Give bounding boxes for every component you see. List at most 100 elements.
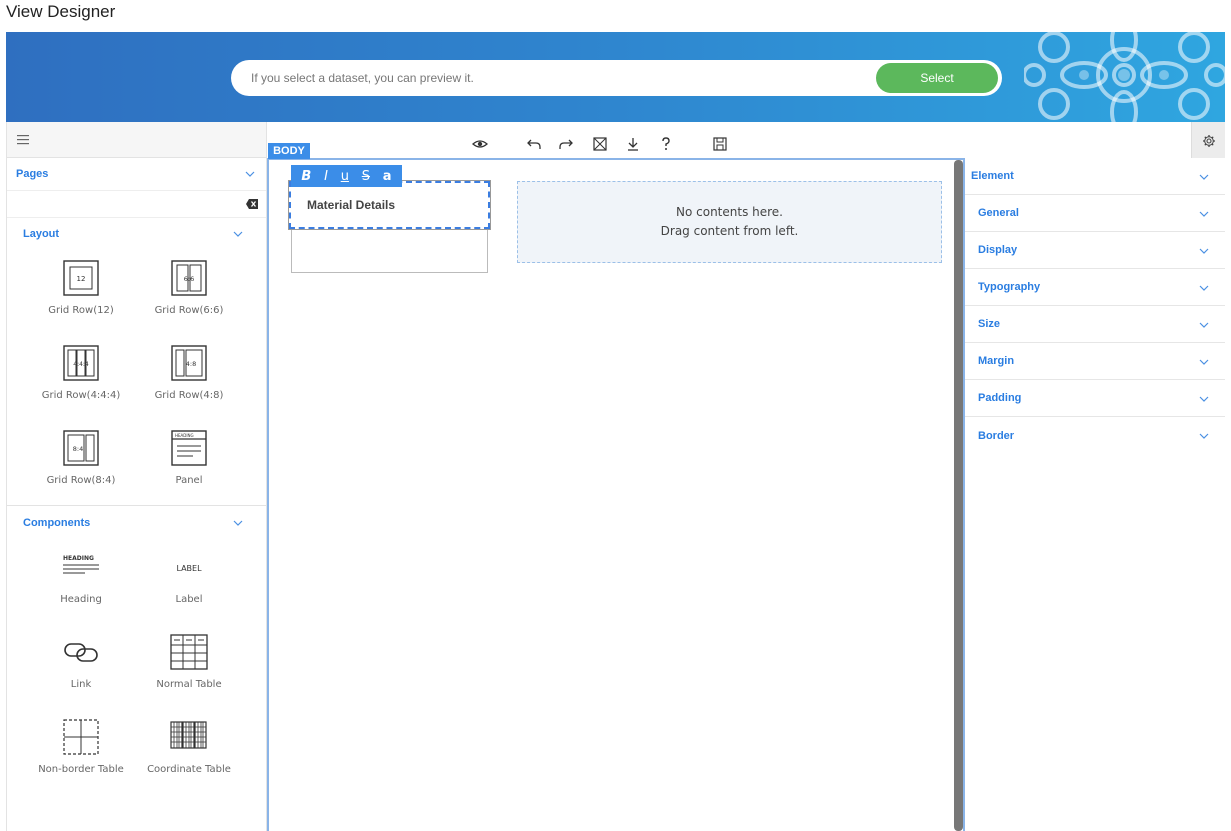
chevron-down-icon xyxy=(1199,433,1209,439)
grid-row-6-6-icon-text: 6:6 xyxy=(184,275,194,283)
property-section-label: Typography xyxy=(978,281,1041,293)
pages-section-header[interactable]: Pages xyxy=(7,158,266,190)
body-element-tag[interactable]: BODY xyxy=(268,143,310,159)
chevron-down-icon xyxy=(1199,174,1209,180)
label-icon: LABEL xyxy=(176,564,202,573)
strikethrough-button[interactable]: S xyxy=(362,169,370,184)
hamburger-menu-icon[interactable] xyxy=(17,134,31,146)
components-section: Components HEADING Heading LABEL Label L… xyxy=(7,507,266,794)
decorative-pattern-icon xyxy=(1024,32,1225,122)
grid-row-8-4-icon-text: 8:4 xyxy=(73,445,83,453)
empty-drop-zone[interactable]: No contents here. Drag content from left… xyxy=(517,181,942,263)
property-sections: Element General Display Typography Size … xyxy=(965,158,1225,454)
help-icon[interactable] xyxy=(658,136,674,152)
grid-row-4-4-4-icon: 4:4:4 xyxy=(63,345,99,381)
dataset-search-bar: Select xyxy=(231,60,1002,96)
component-item-label[interactable]: LABEL Label xyxy=(135,539,243,624)
heading-icon-text: HEADING xyxy=(63,555,94,562)
empty-message-line1: No contents here. xyxy=(676,205,783,219)
page-title: View Designer xyxy=(6,2,116,21)
grid-row-8-4-icon: 8:4 xyxy=(63,430,99,466)
text-style-button[interactable]: a xyxy=(383,169,392,184)
property-section-label: Element xyxy=(971,170,1014,182)
property-section-margin[interactable]: Margin xyxy=(965,343,1225,380)
left-panel-toolbar xyxy=(7,122,266,158)
component-item-label: Label xyxy=(175,594,203,605)
fullscreen-icon[interactable] xyxy=(592,136,608,152)
settings-toggle[interactable] xyxy=(1191,122,1225,158)
component-item-normal-table[interactable]: Normal Table xyxy=(135,624,243,709)
property-section-border[interactable]: Border xyxy=(965,417,1225,454)
redo-icon[interactable] xyxy=(558,136,574,152)
select-dataset-button[interactable]: Select xyxy=(876,63,998,93)
undo-icon[interactable] xyxy=(526,136,542,152)
layout-item-grid-row-12[interactable]: 12 Grid Row(12) xyxy=(27,250,135,335)
layout-items-grid: 12 Grid Row(12) 6:6 Grid Row(6:6) 4:4:4 … xyxy=(7,250,266,505)
save-icon[interactable] xyxy=(712,136,728,152)
layout-section: Layout 12 Grid Row(12) 6:6 Grid Row(6:6)… xyxy=(7,218,266,506)
layout-item-grid-row-4-4-4[interactable]: 4:4:4 Grid Row(4:4:4) xyxy=(27,335,135,420)
panel-icon-text: HEADING xyxy=(175,433,194,438)
property-section-typography[interactable]: Typography xyxy=(965,269,1225,306)
component-item-label: Heading xyxy=(60,594,102,605)
layout-item-grid-row-8-4[interactable]: 8:4 Grid Row(8:4) xyxy=(27,420,135,505)
chevron-down-icon xyxy=(245,171,255,177)
link-icon xyxy=(64,643,98,662)
property-section-label: Border xyxy=(978,429,1015,442)
layout-item-label: Grid Row(8:4) xyxy=(46,475,116,486)
layout-item-grid-row-4-8[interactable]: 4:8 Grid Row(4:8) xyxy=(135,335,243,420)
layout-item-panel[interactable]: HEADING Panel xyxy=(135,420,243,505)
clear-input-icon[interactable] xyxy=(246,199,258,209)
component-items-grid: HEADING Heading LABEL Label Link Normal … xyxy=(7,539,266,794)
chevron-down-icon xyxy=(1199,248,1209,254)
layout-item-label: Grid Row(4:4:4) xyxy=(41,390,121,401)
chevron-down-icon xyxy=(1199,359,1209,365)
layout-item-grid-row-6-6[interactable]: 6:6 Grid Row(6:6) xyxy=(135,250,243,335)
component-item-coordinate-table[interactable]: Coordinate Table xyxy=(135,709,243,794)
bold-button[interactable]: B xyxy=(301,169,311,184)
component-item-label: Link xyxy=(70,679,92,690)
non-border-table-icon xyxy=(63,719,99,755)
property-section-display[interactable]: Display xyxy=(965,232,1225,269)
left-toolbox-panel: Pages Layout 12 Grid Row(12) 6:6 Grid Ro… xyxy=(6,122,267,831)
component-item-non-border-table[interactable]: Non-border Table xyxy=(27,709,135,794)
underline-button[interactable]: u xyxy=(341,169,349,184)
italic-button[interactable]: I xyxy=(324,169,328,184)
selected-heading-element[interactable]: Material Details xyxy=(289,181,490,229)
property-section-label: Margin xyxy=(978,355,1015,367)
component-item-label: Non-border Table xyxy=(38,764,124,775)
chevron-down-icon xyxy=(1199,322,1209,328)
chevron-down-icon xyxy=(1199,396,1209,402)
component-item-link[interactable]: Link xyxy=(27,624,135,709)
properties-panel: Element General Display Typography Size … xyxy=(965,122,1225,831)
property-section-padding[interactable]: Padding xyxy=(965,380,1225,417)
property-section-general[interactable]: General xyxy=(965,195,1225,232)
component-item-label: Normal Table xyxy=(156,679,222,690)
dataset-search-input[interactable] xyxy=(251,60,851,96)
layout-item-label: Grid Row(4:8) xyxy=(154,390,224,401)
pages-filter-field[interactable] xyxy=(7,190,266,218)
component-item-label: Coordinate Table xyxy=(147,764,231,775)
component-item-heading[interactable]: HEADING Heading xyxy=(27,539,135,624)
property-section-label: Size xyxy=(978,318,1001,330)
chevron-down-icon xyxy=(233,231,243,237)
components-section-header[interactable]: Components xyxy=(7,507,266,539)
layout-section-header[interactable]: Layout xyxy=(7,218,266,250)
label-icon-text: LABEL xyxy=(176,564,202,573)
normal-table-icon xyxy=(170,634,208,670)
property-section-element[interactable]: Element xyxy=(965,158,1225,195)
panel-icon: HEADING xyxy=(171,430,207,466)
layout-item-label: Grid Row(12) xyxy=(48,305,114,316)
dataset-banner: Select xyxy=(6,32,1225,122)
text-format-toolbar: B I u S a xyxy=(291,165,402,187)
property-section-size[interactable]: Size xyxy=(965,306,1225,343)
layout-item-label: Grid Row(6:6) xyxy=(154,305,224,316)
layout-section-label: Layout xyxy=(23,228,60,240)
property-section-label: General xyxy=(978,207,1019,219)
download-icon[interactable] xyxy=(625,136,641,152)
canvas-scrollbar[interactable] xyxy=(954,160,963,831)
components-section-label: Components xyxy=(23,517,91,529)
grid-row-4-8-icon: 4:8 xyxy=(171,345,207,381)
chevron-down-icon xyxy=(233,520,243,526)
preview-eye-icon[interactable] xyxy=(472,136,488,152)
